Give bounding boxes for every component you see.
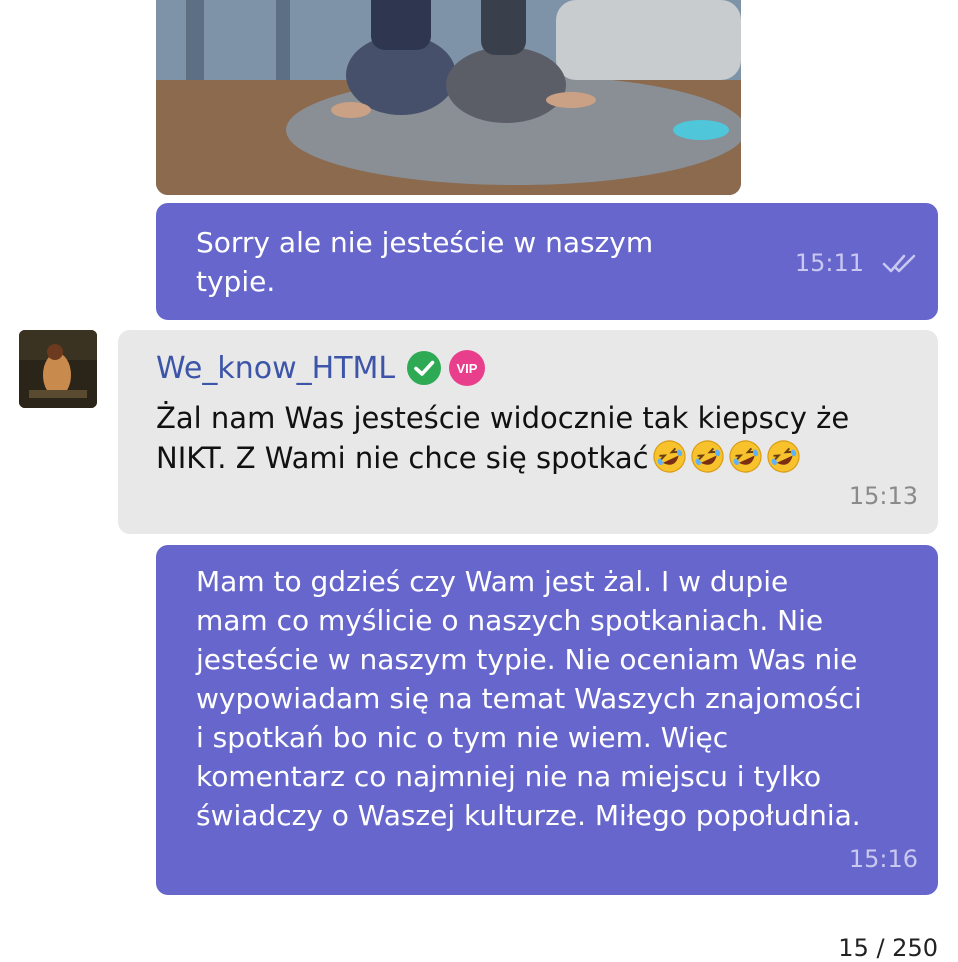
message-time: 15:13 [848, 482, 918, 510]
photo-image [156, 0, 741, 195]
avatar[interactable] [19, 330, 97, 408]
message-time: 15:16 [848, 845, 918, 873]
rofl-emoji-icon [652, 439, 687, 474]
message-time: 15:11 [794, 249, 864, 277]
double-check-icon [882, 251, 918, 279]
verified-icon [407, 351, 442, 385]
sender-name[interactable]: We_know_HTML [156, 351, 395, 386]
rofl-emoji-icon [728, 439, 763, 474]
outgoing-message[interactable]: Mam to gdzieś czy Wam jest żal. I w dupi… [156, 545, 938, 895]
page-counter: 15 / 250 [838, 934, 938, 962]
rofl-emoji-icon [766, 439, 801, 474]
message-text: Sorry ale nie jesteście w naszym typie. [196, 226, 654, 298]
svg-text:VIP: VIP [457, 361, 478, 376]
rofl-emoji-icon [690, 439, 725, 474]
vip-icon: VIP [449, 350, 486, 386]
message-photo[interactable] [156, 0, 741, 195]
message-text: Mam to gdzieś czy Wam jest żal. I w dupi… [196, 565, 862, 832]
message-text: Żal nam Was jesteście widocznie tak kiep… [156, 398, 916, 478]
outgoing-message[interactable]: Sorry ale nie jesteście w naszym typie. … [156, 203, 938, 320]
incoming-message[interactable]: We_know_HTML VIP Żal nam Was jesteście w… [118, 330, 938, 534]
